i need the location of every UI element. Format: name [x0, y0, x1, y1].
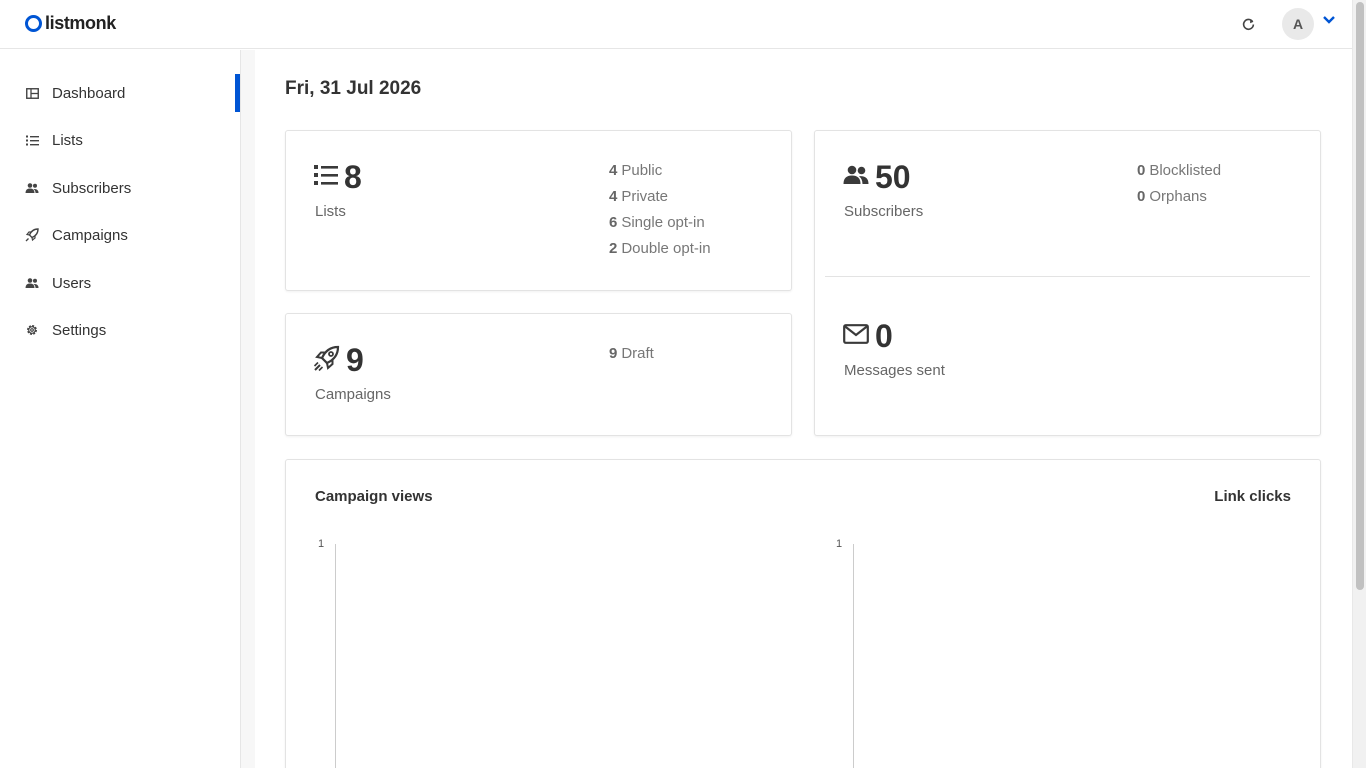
subscribers-breakdown: 0 Blocklisted 0 Orphans	[1137, 158, 1221, 210]
envelope-icon	[843, 324, 869, 349]
sidebar-item-users[interactable]: Users	[0, 264, 240, 302]
card-divider	[825, 276, 1310, 277]
subscribers-label: Subscribers	[844, 203, 924, 220]
sidebar-item-label: Subscribers	[52, 179, 132, 197]
sidebar-item-label: Users	[52, 274, 92, 292]
lists-count: 8	[344, 159, 362, 195]
breakdown-item: 6 Single opt-in	[609, 214, 705, 231]
users-icon	[25, 276, 39, 290]
campaigns-label: Campaigns	[315, 386, 391, 403]
users-icon	[25, 181, 39, 195]
scrollbar[interactable]	[1352, 0, 1366, 768]
campaign-views-title: Campaign views	[315, 488, 433, 505]
campaigns-breakdown: 9 Draft	[609, 341, 654, 367]
top-navbar: listmonk A	[0, 0, 1352, 49]
sidebar-item-subscribers[interactable]: Subscribers	[0, 169, 240, 207]
subscribers-card[interactable]: 50 Subscribers 0 Blocklisted 0 Orphans 0 M…	[814, 130, 1321, 436]
campaigns-card[interactable]: 9 Campaigns 9 Draft	[285, 313, 792, 436]
dashboard-icon	[25, 86, 39, 100]
campaigns-stat: 9	[313, 342, 364, 379]
page-title: Fri, 31 Jul 2026	[285, 78, 422, 99]
sidebar-item-settings[interactable]: Settings	[0, 311, 240, 349]
breakdown-item: 4 Public	[609, 162, 663, 179]
messages-stat: 0	[843, 318, 893, 355]
messages-label: Messages sent	[844, 362, 945, 379]
views-y-axis	[335, 544, 336, 768]
scrollbar-thumb[interactable]	[1356, 2, 1364, 590]
lists-label: Lists	[315, 203, 346, 220]
chevron-down-icon[interactable]	[1321, 12, 1337, 28]
lists-breakdown: 4 Public 4 Private 6 Single opt-in 2 Double …	[609, 158, 711, 262]
logo-text: listmonk	[45, 13, 116, 33]
content-gutter	[241, 50, 255, 768]
user-avatar[interactable]: A	[1282, 8, 1314, 40]
refresh-icon[interactable]	[1239, 15, 1257, 33]
gear-icon	[25, 323, 39, 337]
clicks-y-axis	[853, 544, 854, 768]
breakdown-item: 0 Blocklisted	[1137, 162, 1222, 179]
logo[interactable]: listmonk	[25, 13, 116, 34]
lists-card[interactable]: 8 Lists 4 Public 4 Private 6 Single opt-in …	[285, 130, 792, 291]
sidebar-item-dashboard[interactable]: Dashboard	[0, 74, 240, 112]
messages-count: 0	[875, 318, 893, 354]
logo-mark-icon	[25, 15, 42, 32]
campaigns-count: 9	[346, 342, 364, 378]
rocket-icon	[313, 345, 340, 377]
users-icon	[843, 165, 869, 190]
clicks-y-tick: 1	[836, 538, 843, 550]
sidebar-item-label: Dashboard	[52, 84, 126, 102]
charts-card: Campaign views Link clicks 1 1	[285, 459, 1321, 768]
sidebar: Dashboard Lists Subscribers Campaigns Us…	[0, 50, 241, 768]
list-icon	[25, 133, 39, 147]
list-icon	[314, 164, 338, 191]
rocket-icon	[25, 228, 39, 242]
breakdown-item: 2 Double opt-in	[609, 240, 711, 257]
sidebar-item-lists[interactable]: Lists	[0, 121, 240, 159]
sidebar-item-label: Lists	[52, 131, 83, 149]
subscribers-stat: 50	[843, 159, 911, 196]
breakdown-item: 9 Draft	[609, 345, 654, 362]
subscribers-count: 50	[875, 159, 911, 195]
views-y-tick: 1	[318, 538, 325, 550]
breakdown-item: 0 Orphans	[1137, 188, 1207, 205]
link-clicks-title: Link clicks	[1214, 488, 1291, 505]
breakdown-item: 4 Private	[609, 188, 669, 205]
lists-stat: 8	[314, 159, 362, 196]
sidebar-item-campaigns[interactable]: Campaigns	[0, 216, 240, 254]
sidebar-item-label: Settings	[52, 321, 107, 339]
sidebar-item-label: Campaigns	[52, 226, 128, 244]
